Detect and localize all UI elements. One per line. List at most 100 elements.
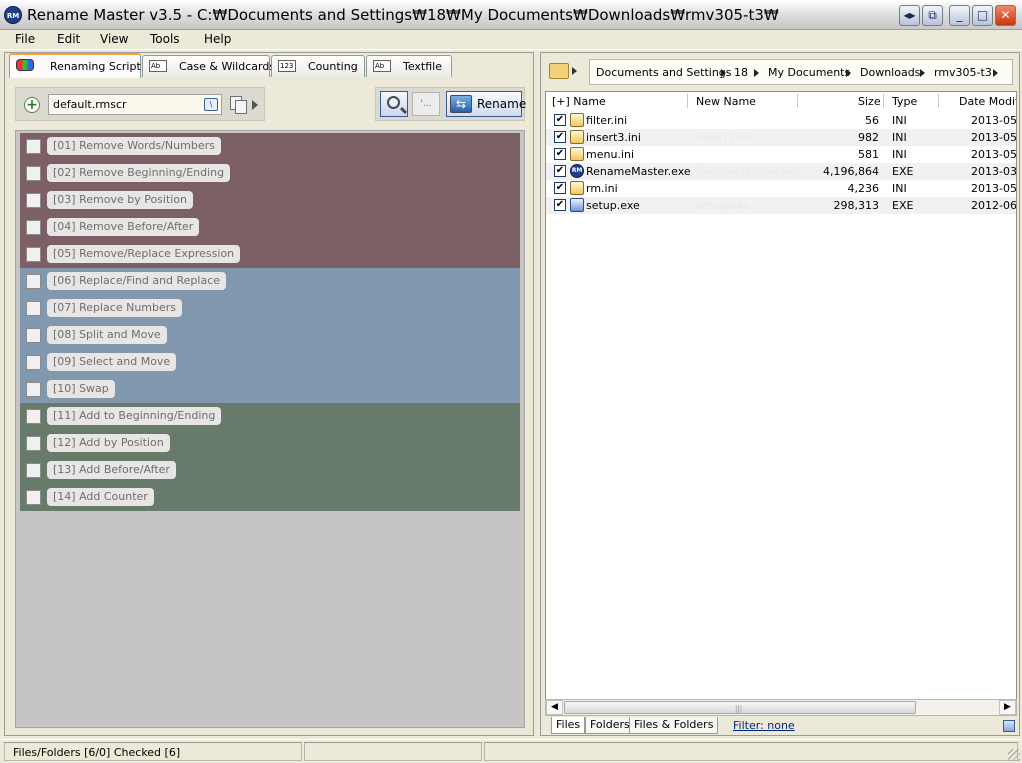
breadcrumb-item[interactable]: 18 bbox=[734, 66, 748, 79]
rename-button[interactable]: ⇆ Rename bbox=[446, 91, 526, 117]
menu-file[interactable]: File bbox=[15, 32, 35, 46]
rule-row[interactable]: [03] Remove by Position bbox=[20, 187, 520, 214]
table-row[interactable]: ✔ RM RenameMaster.exe RenameMaster.exe 4… bbox=[546, 163, 1016, 180]
menu-view[interactable]: View bbox=[100, 32, 128, 46]
breadcrumb-separator-icon[interactable] bbox=[993, 69, 998, 77]
table-row[interactable]: ✔ menu.ini 581 INI 2013-05- bbox=[546, 146, 1016, 163]
tab-folders[interactable]: Folders bbox=[585, 717, 635, 734]
menu-help[interactable]: Help bbox=[204, 32, 231, 46]
tab-counting[interactable]: 123 Counting bbox=[271, 55, 365, 77]
close-button[interactable]: ✕ bbox=[995, 5, 1016, 26]
rule-row[interactable]: [14] Add Counter bbox=[20, 484, 520, 511]
breadcrumb-separator-icon[interactable] bbox=[920, 69, 925, 77]
scroll-left-icon[interactable]: ◀ bbox=[546, 700, 563, 715]
rule-checkbox[interactable] bbox=[26, 166, 41, 181]
rule-checkbox[interactable] bbox=[26, 328, 41, 343]
rule-checkbox[interactable] bbox=[26, 355, 41, 370]
file-checkbox[interactable]: ✔ bbox=[554, 165, 566, 177]
rule-row[interactable]: [09] Select and Move bbox=[20, 349, 520, 376]
rule-row[interactable]: [05] Remove/Replace Expression bbox=[20, 241, 520, 268]
rule-label[interactable]: [13] Add Before/After bbox=[47, 461, 176, 479]
file-checkbox[interactable]: ✔ bbox=[554, 182, 566, 194]
rule-label[interactable]: [14] Add Counter bbox=[47, 488, 154, 506]
rule-checkbox[interactable] bbox=[26, 247, 41, 262]
column-header-name[interactable]: [+] Name bbox=[552, 95, 606, 108]
script-menu-arrow-icon[interactable] bbox=[252, 100, 258, 110]
rule-checkbox[interactable] bbox=[26, 193, 41, 208]
rule-row[interactable]: [01] Remove Words/Numbers bbox=[20, 133, 520, 160]
table-row[interactable]: ✔ filter.ini 56 INI 2013-05- bbox=[546, 112, 1016, 129]
tab-textfile[interactable]: Ab Textfile bbox=[366, 55, 452, 77]
tab-files-and-folders[interactable]: Files & Folders bbox=[629, 717, 719, 734]
file-checkbox[interactable]: ✔ bbox=[554, 199, 566, 211]
tab-renaming-script[interactable]: Renaming Script bbox=[9, 53, 141, 78]
copy-script-icon[interactable] bbox=[230, 96, 248, 114]
column-header-date[interactable]: Date Modifi bbox=[959, 95, 1016, 108]
undo-button[interactable]: '... bbox=[412, 92, 440, 116]
rule-row[interactable]: [10] Swap bbox=[20, 376, 520, 403]
filter-settings-icon[interactable] bbox=[1003, 720, 1015, 732]
rule-row[interactable]: [06] Replace/Find and Replace bbox=[20, 268, 520, 295]
breadcrumb-separator-icon[interactable] bbox=[754, 69, 759, 77]
rule-label[interactable]: [07] Replace Numbers bbox=[47, 299, 183, 317]
preview-button[interactable] bbox=[380, 91, 408, 117]
rule-row[interactable]: [13] Add Before/After bbox=[20, 457, 520, 484]
rule-label[interactable]: [01] Remove Words/Numbers bbox=[47, 137, 221, 155]
rule-row[interactable]: [12] Add by Position bbox=[20, 430, 520, 457]
folder-menu-arrow-icon[interactable] bbox=[572, 67, 577, 75]
rule-checkbox[interactable] bbox=[26, 220, 41, 235]
column-divider[interactable] bbox=[883, 94, 884, 108]
add-script-icon[interactable]: + bbox=[24, 97, 40, 113]
breadcrumb-separator-icon[interactable] bbox=[846, 69, 851, 77]
rule-checkbox[interactable] bbox=[26, 274, 41, 289]
file-checkbox[interactable]: ✔ bbox=[554, 148, 566, 160]
table-row[interactable]: ✔ setup.exe setup.exe 298,313 EXE 2012-0… bbox=[546, 197, 1016, 214]
menu-edit[interactable]: Edit bbox=[57, 32, 80, 46]
menu-tools[interactable]: Tools bbox=[150, 32, 180, 46]
rule-checkbox[interactable] bbox=[26, 436, 41, 451]
breadcrumb-item[interactable]: Downloads bbox=[860, 66, 920, 79]
tab-files[interactable]: Files bbox=[551, 717, 586, 734]
filter-link[interactable]: Filter: none bbox=[733, 719, 795, 732]
rule-label[interactable]: [04] Remove Before/After bbox=[47, 218, 200, 236]
script-select[interactable]: default.rmscr \ bbox=[48, 94, 222, 115]
column-header-size[interactable]: Size bbox=[858, 95, 881, 108]
breadcrumb-separator-icon[interactable] bbox=[721, 69, 726, 77]
scroll-thumb[interactable]: ||| bbox=[564, 701, 916, 714]
horizontal-scrollbar[interactable]: ◀ ||| ▶ bbox=[545, 699, 1017, 716]
restore-small-button[interactable]: ⧉ bbox=[922, 5, 943, 26]
column-divider[interactable] bbox=[687, 94, 688, 108]
rule-row[interactable]: [04] Remove Before/After bbox=[20, 214, 520, 241]
rule-label[interactable]: [05] Remove/Replace Expression bbox=[47, 245, 241, 263]
breadcrumb-item[interactable]: My Documents bbox=[768, 66, 850, 79]
table-row[interactable]: ✔ insert3.ini insert3.ini 982 INI 2013-0… bbox=[546, 129, 1016, 146]
file-checkbox[interactable]: ✔ bbox=[554, 114, 566, 126]
file-checkbox[interactable]: ✔ bbox=[554, 131, 566, 143]
rule-label[interactable]: [08] Split and Move bbox=[47, 326, 167, 344]
rule-label[interactable]: [06] Replace/Find and Replace bbox=[47, 272, 227, 290]
column-divider[interactable] bbox=[938, 94, 939, 108]
breadcrumb-item[interactable]: Documents and Settings bbox=[596, 66, 732, 79]
rule-row[interactable]: [11] Add to Beginning/Ending bbox=[20, 403, 520, 430]
tab-case-wildcards[interactable]: Ab Case & Wildcards bbox=[142, 55, 275, 77]
back-forward-button[interactable]: ◂▸ bbox=[899, 5, 920, 26]
column-divider[interactable] bbox=[797, 94, 798, 108]
rule-row[interactable]: [08] Split and Move bbox=[20, 322, 520, 349]
minimize-button[interactable]: _ bbox=[949, 5, 970, 26]
folder-icon[interactable] bbox=[549, 63, 569, 79]
edit-script-icon[interactable]: \ bbox=[204, 98, 218, 111]
breadcrumb-item[interactable]: rmv305-t3 bbox=[934, 66, 992, 79]
table-row[interactable]: ✔ rm.ini 4,236 INI 2013-05- bbox=[546, 180, 1016, 197]
rule-checkbox[interactable] bbox=[26, 301, 41, 316]
rule-label[interactable]: [12] Add by Position bbox=[47, 434, 170, 452]
rule-checkbox[interactable] bbox=[26, 382, 41, 397]
rule-label[interactable]: [09] Select and Move bbox=[47, 353, 177, 371]
maximize-button[interactable]: □ bbox=[972, 5, 993, 26]
column-header-new-name[interactable]: New Name bbox=[696, 95, 756, 108]
scroll-right-icon[interactable]: ▶ bbox=[999, 700, 1016, 715]
rule-label[interactable]: [02] Remove Beginning/Ending bbox=[47, 164, 231, 182]
rule-checkbox[interactable] bbox=[26, 490, 41, 505]
rule-row[interactable]: [07] Replace Numbers bbox=[20, 295, 520, 322]
column-header-type[interactable]: Type bbox=[892, 95, 917, 108]
rule-checkbox[interactable] bbox=[26, 139, 41, 154]
